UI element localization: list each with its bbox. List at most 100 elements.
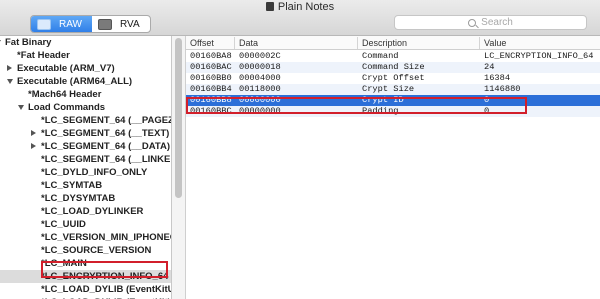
- column-header-data[interactable]: Data: [235, 37, 358, 49]
- raw-segment-label: RAW: [59, 18, 82, 30]
- tree-item-label: *LC_LOAD_DYLIB (EventKitUI): [41, 284, 172, 295]
- table-header: Offset Data Description Value: [186, 36, 600, 50]
- search-placeholder: Search: [481, 17, 513, 28]
- tree-item[interactable]: *LC_SEGMENT_64 (__TEXT): [0, 127, 171, 140]
- column-header-offset[interactable]: Offset: [186, 37, 235, 49]
- tree-item-label: *LC_UUID: [41, 219, 86, 230]
- tree-item-label: Executable (ARM_V7): [17, 63, 115, 74]
- cell-data: 00000018: [239, 62, 281, 72]
- tree-item-label: *LC_SYMTAB: [41, 180, 103, 191]
- cell-value: 0: [484, 106, 490, 116]
- disclosure-collapsed-icon[interactable]: [31, 143, 36, 149]
- tree-item[interactable]: Load Commands: [0, 101, 171, 114]
- table-row[interactable]: 00160BB4 00118000 Crypt Size 1146880: [186, 84, 600, 95]
- tree-item[interactable]: *LC_LOAD_DYLIB (EventKitUI): [0, 283, 172, 296]
- cell-offset: 00160BA8: [190, 51, 232, 61]
- tree-item[interactable]: *LC_SEGMENT_64 (__DATA): [0, 140, 171, 153]
- address-mode-segmented-control[interactable]: RAW RVA: [30, 15, 151, 33]
- tree-item[interactable]: *LC_SYMTAB: [0, 179, 171, 192]
- cell-offset: 00160BBC: [190, 106, 232, 116]
- table-row[interactable]: 00160BB0 00004000 Crypt Offset 16384: [186, 73, 600, 84]
- raw-segment[interactable]: RAW: [31, 16, 92, 32]
- disclosure-expanded-icon[interactable]: [18, 105, 24, 110]
- tree-item-label: *LC_DYSYMTAB: [41, 193, 116, 204]
- tree-item-label: *Mach64 Header: [28, 89, 102, 100]
- cell-description: Padding: [362, 106, 399, 116]
- cell-description: Crypt Offset: [362, 73, 425, 83]
- tree-item[interactable]: *LC_SEGMENT_64 (__PAGEZ...: [0, 114, 172, 127]
- cell-data: 00004000: [239, 73, 281, 83]
- document-icon: [265, 2, 274, 11]
- tree-item[interactable]: *LC_ENCRYPTION_INFO_64: [0, 270, 171, 283]
- cell-description: Crypt ID: [362, 95, 404, 105]
- cell-offset: 00160BB4: [190, 84, 232, 94]
- tree-item-label: *LC_ENCRYPTION_INFO_64: [41, 271, 169, 282]
- cell-offset: 00160BB8: [190, 95, 232, 105]
- column-header-description[interactable]: Description: [358, 37, 480, 49]
- tree-item-label: *Fat Header: [17, 50, 70, 61]
- tree-item-label: *LC_VERSION_MIN_IPHONEOS: [41, 232, 172, 243]
- tree-vertical-scrollbar[interactable]: [172, 36, 186, 299]
- rva-segment-label: RVA: [119, 18, 140, 30]
- cell-data: 0000002C: [239, 51, 281, 61]
- cell-data: 00118000: [239, 84, 281, 94]
- raw-data-icon: [37, 18, 51, 30]
- tree-item[interactable]: Fat Binary: [0, 36, 171, 49]
- search-icon: [468, 18, 477, 27]
- window-titlebar: Plain Notes RAW RVA Search: [0, 0, 600, 36]
- tree-item[interactable]: *LC_SOURCE_VERSION: [0, 244, 171, 257]
- column-header-value[interactable]: Value: [480, 37, 600, 49]
- rva-icon: [97, 18, 112, 30]
- table-row[interactable]: 00160BBC 00000000 Padding 0: [186, 106, 600, 117]
- detail-table[interactable]: Offset Data Description Value 00160BA8 00…: [186, 36, 600, 299]
- tree-item[interactable]: *LC_SEGMENT_64 (__LINKEDIT): [0, 153, 171, 166]
- cell-offset: 00160BAC: [190, 62, 232, 72]
- disclosure-collapsed-icon[interactable]: [7, 65, 12, 71]
- tree-item-label: *LC_SEGMENT_64 (__DATA): [41, 141, 170, 152]
- tree-item-label: *LC_SEGMENT_64 (__LINKEDIT): [41, 154, 171, 165]
- window-title: Plain Notes: [0, 1, 600, 13]
- table-row[interactable]: 00160BAC 00000018 Command Size 24: [186, 62, 600, 73]
- cell-data: 00000000: [239, 106, 281, 116]
- cell-description: Crypt Size: [362, 84, 415, 94]
- tree-item-label: Executable (ARM64_ALL): [17, 76, 133, 87]
- cell-value: 0: [484, 95, 490, 105]
- tree-item[interactable]: *Mach64 Header: [0, 88, 171, 101]
- tree-item-label: *LC_SEGMENT_64 (__TEXT): [41, 128, 170, 139]
- table-row[interactable]: 00160BB8 00000000 Crypt ID 0: [186, 95, 600, 106]
- cell-description: Command Size: [362, 62, 425, 72]
- tree-item[interactable]: Executable (ARM_V7): [0, 62, 171, 75]
- tree-item-label: *LC_SEGMENT_64 (__PAGEZ...: [41, 115, 172, 126]
- tree-item-label: *LC_MAIN: [41, 258, 87, 269]
- cell-value: 24: [484, 62, 495, 72]
- tree-item[interactable]: *Fat Header: [0, 49, 171, 62]
- tree-item[interactable]: *LC_MAIN: [0, 257, 171, 270]
- disclosure-expanded-icon[interactable]: [0, 40, 1, 45]
- tree-item[interactable]: *LC_DYLD_INFO_ONLY: [0, 166, 171, 179]
- pane-splitter[interactable]: [181, 270, 184, 299]
- cell-offset: 00160BB0: [190, 73, 232, 83]
- table-row[interactable]: 00160BA8 0000002C Command LC_ENCRYPTION_INF…: [186, 51, 600, 62]
- structure-tree[interactable]: Fat Binary *Fat Header Executable (ARM_V7)…: [0, 36, 172, 299]
- cell-value: 16384: [484, 73, 511, 83]
- tree-item[interactable]: *LC_LOAD_DYLINKER: [0, 205, 171, 218]
- disclosure-collapsed-icon[interactable]: [31, 130, 36, 136]
- tree-item[interactable]: *LC_VERSION_MIN_IPHONEOS: [0, 231, 172, 244]
- tree-item-label: Fat Binary: [5, 37, 52, 48]
- tree-item-label: *LC_SOURCE_VERSION: [41, 245, 152, 256]
- cell-description: Command: [362, 51, 399, 61]
- tree-item[interactable]: *LC_DYSYMTAB: [0, 192, 171, 205]
- tree-item-label: *LC_LOAD_DYLINKER: [41, 206, 144, 217]
- tree-item[interactable]: *LC_UUID: [0, 218, 171, 231]
- disclosure-expanded-icon[interactable]: [7, 79, 13, 84]
- tree-item-label: Load Commands: [28, 102, 106, 113]
- tree-item-label: *LC_DYLD_INFO_ONLY: [41, 167, 148, 178]
- search-field[interactable]: Search: [394, 15, 587, 30]
- cell-value: 1146880: [484, 84, 521, 94]
- cell-data: 00000000: [239, 95, 281, 105]
- cell-value: LC_ENCRYPTION_INFO_64: [484, 51, 594, 61]
- rva-segment[interactable]: RVA: [92, 16, 150, 32]
- tree-scroll-thumb[interactable]: [175, 38, 182, 198]
- window-title-text: Plain Notes: [277, 1, 335, 13]
- tree-item[interactable]: Executable (ARM64_ALL): [0, 75, 171, 88]
